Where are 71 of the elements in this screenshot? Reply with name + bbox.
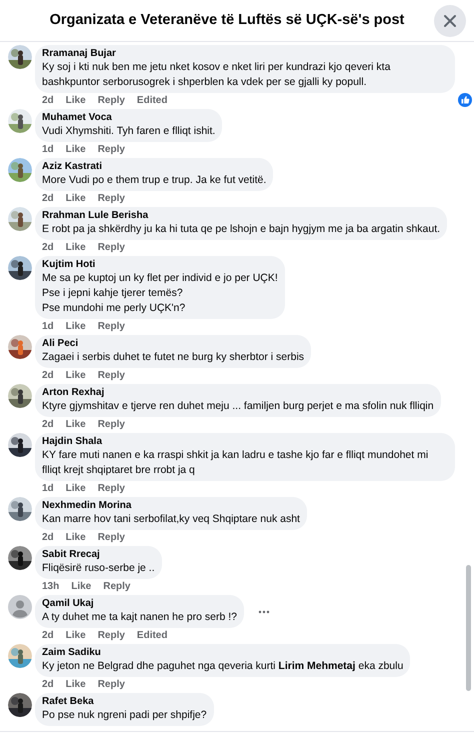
comment-text: KY fare muti nanen e ka rraspi shkit ja kan ladru e tashe kjo far e flliqt mundohet mi flliqt krejt shqiptaret bre rrobt ja q — [42, 448, 430, 478]
comment-action[interactable]: Reply — [98, 92, 125, 108]
commenter-name[interactable]: Muhamet Voca — [42, 112, 216, 124]
commenter-name[interactable]: Qamil Ukaj — [42, 598, 237, 610]
commenter-name[interactable]: Kujtim Hoti — [42, 259, 278, 271]
comment-text: Zagaei i serbis duhet te futet ne burg ky sherbtor i serbis — [42, 350, 304, 365]
comment-time: 2d — [42, 192, 54, 206]
comment-time: 1d — [42, 482, 54, 496]
comment-text: Po pse nuk ngreni padi per shpifje? — [42, 708, 207, 723]
comment-time: 13h — [42, 580, 60, 594]
commenter-name[interactable]: Rafet Beka — [42, 696, 207, 708]
comment-action[interactable]: Like — [66, 190, 86, 206]
commenter-name[interactable]: Aziz Kastrati — [42, 161, 266, 173]
comment-text: Ky jeton ne Belgrad dhe paguhet nga qeveria kurti Lirim Mehmetaj eka zbulu — [42, 659, 404, 674]
comment-action[interactable]: Like — [66, 530, 86, 544]
comment-time: 1d — [42, 320, 54, 334]
comment-text: Ktyre gjymshitav e tjerve ren duhet meju ... familjen burg perjet e ma sfolin nuk flliqin — [42, 399, 434, 414]
comment-action[interactable]: Reply — [98, 368, 125, 382]
comment-text: Vudi Xhymshiti. Tyh faren e flliqt ishit. — [42, 124, 216, 139]
comment-text: A ty duhet me ta kajt nanen he pro serb !? — [42, 610, 237, 625]
comment-action[interactable]: Like — [66, 480, 86, 496]
commenter-name[interactable]: Ali Peci — [42, 338, 304, 350]
comment-text: Ky soj i kti nuk ben me jetu nket kosov e nket liri per kundrazi kjo qeveri kta bashkpuntor serborusogrek i shperblen ka vdek per se gjalli ky popull. — [42, 60, 392, 90]
edited-label: Edited — [136, 628, 168, 642]
like-reaction-icon[interactable] — [458, 93, 472, 107]
close-icon — [443, 14, 457, 28]
comment-text: Fliqësirë ruso-serbe je .. — [42, 561, 155, 576]
edited-label: Edited — [136, 94, 168, 108]
comment-time: 2d — [42, 94, 54, 108]
comment-text: E robt pa ja shkërdhy ju ka hi tuta qe pe lshojn e bajn hygjym me ja ba argatin shkaut. — [42, 222, 440, 237]
comment-action[interactable]: Reply — [98, 480, 125, 496]
more-options-icon[interactable] — [258, 610, 270, 614]
commenter-name[interactable]: Zaim Sadiku — [42, 647, 404, 659]
comment-time: 2d — [42, 368, 54, 382]
comment-time: 2d — [42, 628, 54, 642]
comment-action[interactable]: Reply — [98, 190, 125, 206]
comment-action[interactable]: Like — [66, 676, 86, 692]
comment-action[interactable]: Like — [66, 628, 86, 642]
commenter-name[interactable]: Rrahman Lule Berisha — [42, 210, 440, 222]
comment-action[interactable]: Like — [66, 318, 86, 334]
comment-action[interactable]: Reply — [98, 530, 125, 544]
comment-action[interactable]: Reply — [98, 628, 125, 642]
comment-action[interactable]: Reply — [98, 240, 125, 254]
commenter-name[interactable]: Hajdin Shala — [42, 436, 448, 448]
comment-action[interactable]: Reply — [98, 142, 125, 156]
comment-action[interactable]: Like — [66, 92, 86, 108]
post-title: Organizata e Veteranëve të Luftës së UÇK-së's post — [50, 10, 404, 30]
commenter-name[interactable]: Arton Rexhaj — [42, 387, 434, 399]
comment-action[interactable]: Reply — [98, 318, 125, 334]
comment-time: 2d — [42, 418, 54, 432]
comment-time: 2d — [42, 240, 54, 254]
commenter-name[interactable]: Sabit Rrecaj — [42, 549, 155, 561]
default-avatar-icon[interactable] — [8, 595, 32, 619]
scrollbar-icon[interactable] — [466, 565, 471, 691]
comment-action[interactable]: Like — [66, 142, 86, 156]
comment-action[interactable]: Like — [66, 416, 86, 432]
comment-action[interactable]: Reply — [98, 676, 125, 692]
close-button[interactable] — [434, 5, 466, 37]
comment-action[interactable]: Reply — [98, 416, 125, 432]
comment-action[interactable]: Like — [71, 578, 92, 594]
comment-time: 2d — [42, 678, 54, 692]
comment-text: Me sa pe kuptoj un ky flet per individ e jo per UÇK! Pse i jepni kahje tjerer temës? Pse mundohi me perly UÇK'n? — [42, 271, 278, 316]
comment-action[interactable]: Like — [66, 240, 86, 254]
comment-time: 2d — [42, 530, 54, 544]
comment-time: 1d — [42, 142, 54, 156]
comment-text: Kan marre hov tani serbofilat,ky veq Shqiptare nuk asht — [42, 512, 300, 527]
commenter-name[interactable]: Rramanaj Bujar — [42, 48, 448, 60]
comment-text: More Vudi po e them trup e trup. Ja ke fut vetitë. — [42, 173, 266, 188]
comment-action[interactable]: Like — [66, 368, 86, 382]
comment-action[interactable]: Reply — [103, 578, 130, 594]
commenter-name[interactable]: Nexhmedin Morina — [42, 500, 300, 512]
